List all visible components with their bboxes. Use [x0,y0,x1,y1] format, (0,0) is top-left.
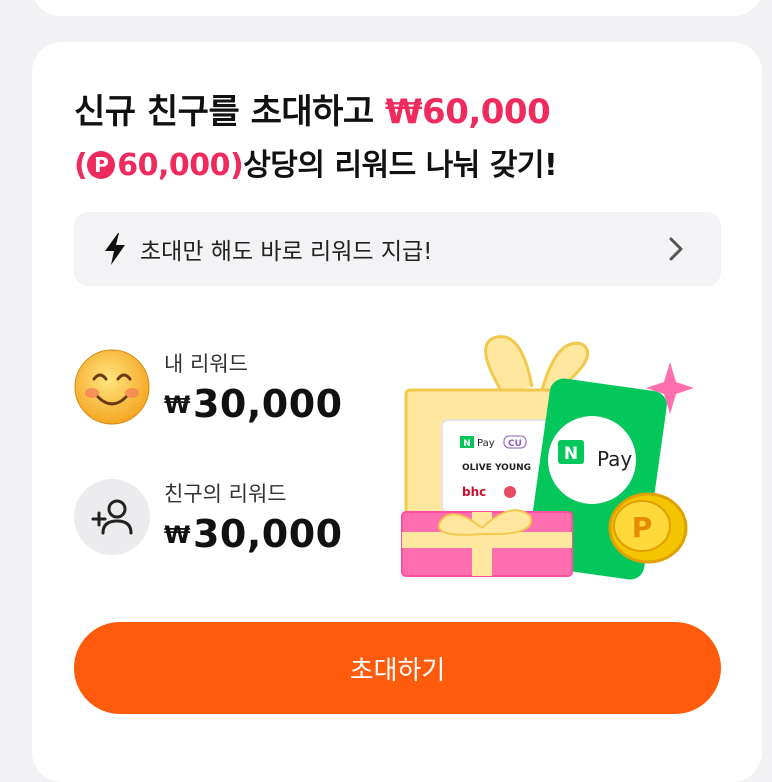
headline-line2: (P 60,000)상당의 리워드 나눠 갖기! [74,148,558,183]
giftcard-cu: CU [508,439,522,449]
banner-text: 초대만 해도 바로 리워드 지급! [140,239,433,265]
add-person-icon [74,479,150,555]
currency-symbol: ₩ [164,521,191,549]
headline-prefix: 신규 친구를 초대하고 [74,92,386,132]
friend-reward-value: ₩30,000 [164,512,343,556]
lightning-icon [105,233,125,265]
my-reward-info: 내 리워드 ₩30,000 [164,348,343,426]
friend-reward-amount: 30,000 [192,512,343,556]
my-reward-row: 내 리워드 ₩30,000 [74,348,343,426]
headline-line1: 신규 친구를 초대하고 ₩60,000 [74,92,551,132]
my-reward-value: ₩30,000 [164,382,343,426]
point-amount: 60,000) [117,148,244,183]
giftcard-npay: Pay [477,438,495,449]
headline-amount: ₩60,000 [385,92,551,132]
giftcard-olive: OLIVE YOUNG [462,463,531,473]
previous-card [32,0,762,16]
headline-suffix: 상당의 리워드 나눠 갖기! [243,148,558,183]
friend-reward-info: 친구의 리워드 ₩30,000 [164,478,343,556]
point-icon: P [87,151,116,179]
page-title: 신규 친구를 초대하고 ₩60,000 (P 60,000)상당의 리워드 나눠 … [74,86,714,192]
invite-button[interactable]: 초대하기 [74,622,721,714]
chevron-right-icon[interactable] [667,236,685,262]
smile-avatar-icon [74,349,150,425]
svg-text:N: N [463,439,471,449]
point-amount-wrap: (P 60,000) [74,148,244,183]
my-reward-amount: 30,000 [192,382,343,426]
paren-open: ( [74,148,88,183]
friend-reward-row: 친구의 리워드 ₩30,000 [74,478,343,556]
npay-card-pay: Pay [597,447,632,471]
friend-reward-label: 친구의 리워드 [164,482,287,506]
currency-symbol: ₩ [164,391,191,419]
giftcard-bhc: bhc [462,485,486,499]
npay-card-n: N [564,444,578,464]
my-reward-label: 내 리워드 [164,352,248,376]
coin-letter: P [632,511,653,544]
instant-reward-banner[interactable]: 초대만 해도 바로 리워드 지급! [74,212,721,286]
gift-reward-illustration: N Pay CU OLIVE YOUNG bhc N Pay P [401,335,694,580]
